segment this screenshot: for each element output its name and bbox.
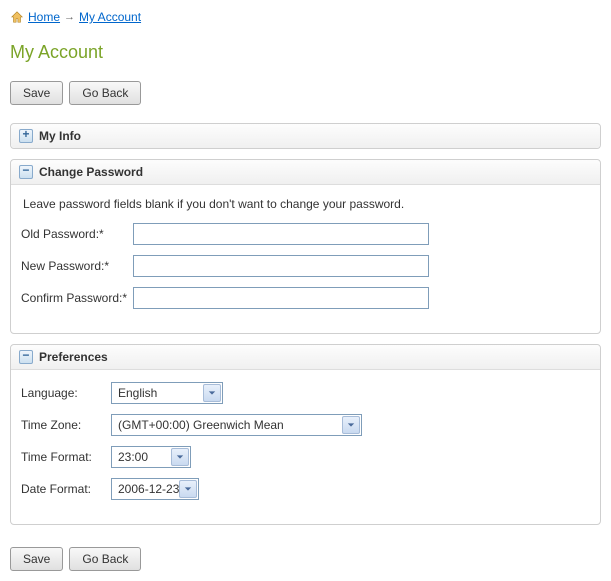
breadcrumb-current-link[interactable]: My Account	[79, 10, 141, 24]
go-back-button[interactable]: Go Back	[69, 547, 141, 571]
date-format-select[interactable]: 2006-12-23	[111, 478, 199, 500]
timezone-value: (GMT+00:00) Greenwich Mean	[112, 415, 308, 435]
top-action-row: Save Go Back	[10, 81, 601, 105]
time-format-select[interactable]: 23:00	[111, 446, 191, 468]
section-header-preferences: − Preferences	[11, 345, 600, 370]
section-header-change-password: − Change Password	[11, 160, 600, 185]
timezone-select[interactable]: (GMT+00:00) Greenwich Mean	[111, 414, 362, 436]
old-password-label: Old Password:*	[21, 227, 133, 241]
new-password-input[interactable]	[133, 255, 429, 277]
page-title: My Account	[10, 42, 601, 63]
confirm-password-input[interactable]	[133, 287, 429, 309]
time-format-value: 23:00	[112, 447, 172, 467]
chevron-down-icon	[179, 480, 197, 498]
chevron-down-icon	[171, 448, 189, 466]
bottom-action-row: Save Go Back	[10, 547, 601, 571]
collapse-icon[interactable]: −	[19, 350, 33, 364]
expand-icon[interactable]: +	[19, 129, 33, 143]
section-my-info: + My Info	[10, 123, 601, 149]
time-format-label: Time Format:	[21, 450, 111, 464]
old-password-input[interactable]	[133, 223, 429, 245]
section-title: Change Password	[39, 165, 143, 179]
timezone-label: Time Zone:	[21, 418, 111, 432]
chevron-down-icon	[203, 384, 221, 402]
breadcrumb-arrow-icon: →	[64, 11, 75, 23]
language-select[interactable]: English	[111, 382, 223, 404]
save-button[interactable]: Save	[10, 547, 63, 571]
new-password-label: New Password:*	[21, 259, 133, 273]
breadcrumb: Home → My Account	[10, 10, 601, 24]
chevron-down-icon	[342, 416, 360, 434]
breadcrumb-home-link[interactable]: Home	[28, 10, 60, 24]
save-button[interactable]: Save	[10, 81, 63, 105]
section-preferences: − Preferences Language: English Time Zon…	[10, 344, 601, 525]
confirm-password-label: Confirm Password:*	[21, 291, 133, 305]
language-label: Language:	[21, 386, 111, 400]
collapse-icon[interactable]: −	[19, 165, 33, 179]
section-change-password: − Change Password Leave password fields …	[10, 159, 601, 334]
section-title: Preferences	[39, 350, 108, 364]
home-icon	[10, 10, 24, 24]
section-header-my-info: + My Info	[11, 124, 600, 148]
section-title: My Info	[39, 129, 81, 143]
date-format-label: Date Format:	[21, 482, 111, 496]
language-value: English	[112, 383, 181, 403]
go-back-button[interactable]: Go Back	[69, 81, 141, 105]
password-helper-text: Leave password fields blank if you don't…	[23, 197, 590, 211]
